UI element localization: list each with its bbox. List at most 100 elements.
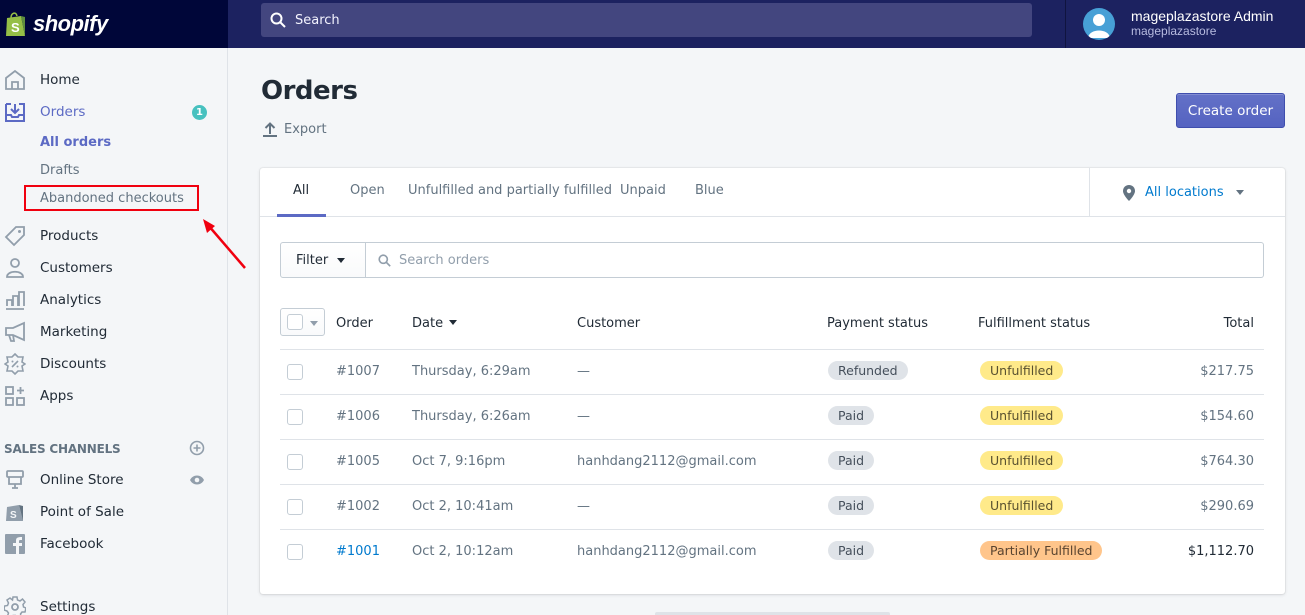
tab-unpaid[interactable]: Unpaid bbox=[620, 168, 666, 217]
tab-all[interactable]: All bbox=[293, 168, 309, 217]
order-customer: hanhdang2112@gmail.com bbox=[577, 544, 757, 559]
order-tabs: All Open Unfulfilled and partially fulfi… bbox=[260, 168, 1285, 217]
order-customer: hanhdang2112@gmail.com bbox=[577, 454, 757, 469]
row-checkbox[interactable] bbox=[287, 454, 303, 470]
sidebar-item-analytics[interactable]: Analytics bbox=[0, 286, 228, 314]
order-number[interactable]: #1002 bbox=[336, 499, 380, 514]
sidebar: Home Orders 1 All orders Drafts Abandone… bbox=[0, 48, 246, 615]
table-row[interactable]: #1007 Thursday, 6:29am — Refunded Unfulf… bbox=[280, 350, 1264, 395]
gear-icon bbox=[4, 596, 26, 615]
sidebar-item-products[interactable]: Products bbox=[0, 222, 228, 250]
order-date: Thursday, 6:29am bbox=[412, 364, 531, 379]
sidebar-item-facebook[interactable]: Facebook bbox=[0, 530, 228, 558]
chevron-down-icon bbox=[1235, 190, 1244, 195]
brand-name: shopify bbox=[33, 11, 108, 36]
sidebar-subitem-drafts[interactable]: Drafts bbox=[0, 156, 228, 184]
upload-arrow-icon bbox=[263, 122, 277, 137]
table-header: Order Date Customer Payment status Fulfi… bbox=[280, 301, 1264, 350]
order-total: $290.69 bbox=[1200, 499, 1254, 514]
add-channel-plus-icon[interactable] bbox=[189, 440, 205, 456]
payment-status-badge: Refunded bbox=[828, 361, 908, 380]
chevron-down-icon bbox=[337, 257, 346, 263]
order-number[interactable]: #1007 bbox=[336, 364, 380, 379]
sidebar-item-discounts[interactable]: Discounts bbox=[0, 350, 228, 378]
tag-icon bbox=[4, 226, 25, 247]
map-pin-icon bbox=[1123, 184, 1135, 201]
chevron-down-icon bbox=[310, 321, 318, 326]
orders-count-badge: 1 bbox=[192, 104, 207, 120]
sidebar-item-customers[interactable]: Customers bbox=[0, 254, 228, 282]
location-selector[interactable]: All locations bbox=[1089, 168, 1285, 217]
bar-chart-icon bbox=[6, 291, 25, 310]
filter-row: Filter bbox=[280, 242, 1264, 278]
payment-status-badge: Paid bbox=[828, 496, 875, 515]
row-checkbox[interactable] bbox=[287, 544, 303, 560]
store-name: mageplazastore bbox=[1131, 24, 1217, 38]
sales-channels-heading: SALES CHANNELS bbox=[4, 442, 121, 456]
annotation-highlight-box bbox=[24, 185, 199, 211]
shopify-logo[interactable]: S shopify bbox=[0, 0, 228, 48]
order-date: Oct 7, 9:16pm bbox=[412, 454, 506, 469]
user-silhouette-icon bbox=[1088, 14, 1110, 38]
user-menu[interactable]: mageplazastore Admin mageplazastore bbox=[1065, 0, 1305, 48]
order-total: $217.75 bbox=[1200, 364, 1254, 379]
sidebar-item-point-of-sale[interactable]: S Point of Sale bbox=[0, 498, 228, 526]
fulfillment-status-badge: Unfulfilled bbox=[980, 406, 1064, 425]
search-orders-input[interactable] bbox=[399, 252, 1199, 268]
column-header-payment-status[interactable]: Payment status bbox=[827, 316, 928, 331]
sidebar-subitem-all-orders[interactable]: All orders bbox=[0, 128, 228, 156]
create-order-button[interactable]: Create order bbox=[1176, 93, 1285, 128]
bulk-select-checkbox[interactable] bbox=[280, 308, 325, 336]
orders-card: All Open Unfulfilled and partially fulfi… bbox=[260, 168, 1285, 594]
table-row[interactable]: #1001 Oct 2, 10:12am hanhdang2112@gmail.… bbox=[280, 530, 1264, 575]
filter-button[interactable]: Filter bbox=[280, 242, 366, 278]
svg-text:S: S bbox=[11, 20, 20, 35]
pos-bag-icon: S bbox=[6, 505, 23, 521]
order-total: $154.60 bbox=[1200, 409, 1254, 424]
table-row[interactable]: #1002 Oct 2, 10:41am — Paid Unfulfilled … bbox=[280, 485, 1264, 530]
global-search-input[interactable]: Search bbox=[261, 3, 1032, 37]
select-all-checkbox[interactable] bbox=[287, 314, 303, 330]
tab-open[interactable]: Open bbox=[350, 168, 385, 217]
column-header-total[interactable]: Total bbox=[1224, 316, 1254, 331]
payment-status-badge: Paid bbox=[828, 541, 875, 560]
column-header-fulfillment-status[interactable]: Fulfillment status bbox=[978, 316, 1090, 331]
sidebar-item-orders[interactable]: Orders 1 bbox=[0, 98, 228, 126]
order-date: Thursday, 6:26am bbox=[412, 409, 531, 424]
search-icon bbox=[270, 12, 286, 28]
row-checkbox[interactable] bbox=[287, 499, 303, 515]
table-row[interactable]: #1005 Oct 7, 9:16pm hanhdang2112@gmail.c… bbox=[280, 440, 1264, 485]
column-header-order[interactable]: Order bbox=[336, 316, 373, 331]
order-customer: — bbox=[577, 409, 590, 424]
apps-icon bbox=[5, 386, 25, 406]
order-number[interactable]: #1005 bbox=[336, 454, 380, 469]
row-checkbox[interactable] bbox=[287, 364, 303, 380]
column-header-date[interactable]: Date bbox=[412, 316, 458, 331]
fulfillment-status-badge: Unfulfilled bbox=[980, 496, 1064, 515]
top-bar: S shopify Search mageplazastore Admin ma… bbox=[0, 0, 1305, 48]
sidebar-item-marketing[interactable]: Marketing bbox=[0, 318, 228, 346]
search-placeholder: Search bbox=[295, 12, 340, 28]
fulfillment-status-badge: Partially Fulfilled bbox=[980, 541, 1103, 560]
page-title: Orders bbox=[261, 76, 358, 106]
column-header-customer[interactable]: Customer bbox=[577, 316, 640, 331]
discount-icon bbox=[4, 353, 26, 375]
sidebar-item-settings[interactable]: Settings bbox=[0, 593, 228, 615]
active-tab-indicator bbox=[277, 214, 326, 217]
row-checkbox[interactable] bbox=[287, 409, 303, 425]
sidebar-item-apps[interactable]: Apps bbox=[0, 382, 228, 410]
megaphone-icon bbox=[5, 321, 25, 342]
search-orders-field[interactable] bbox=[366, 242, 1264, 278]
svg-text:S: S bbox=[10, 510, 17, 521]
sidebar-item-online-store[interactable]: Online Store bbox=[0, 466, 228, 494]
order-number-link[interactable]: #1001 bbox=[336, 544, 380, 559]
order-number[interactable]: #1006 bbox=[336, 409, 380, 424]
table-row[interactable]: #1006 Thursday, 6:26am — Paid Unfulfille… bbox=[280, 395, 1264, 440]
sidebar-item-home[interactable]: Home bbox=[0, 66, 228, 94]
payment-status-badge: Paid bbox=[828, 406, 875, 425]
store-icon bbox=[6, 470, 24, 489]
tab-unfulfilled-partial[interactable]: Unfulfilled and partially fulfilled bbox=[408, 168, 612, 217]
export-button[interactable]: Export bbox=[262, 121, 327, 137]
view-eye-icon[interactable] bbox=[189, 473, 205, 487]
tab-blue[interactable]: Blue bbox=[695, 168, 724, 217]
